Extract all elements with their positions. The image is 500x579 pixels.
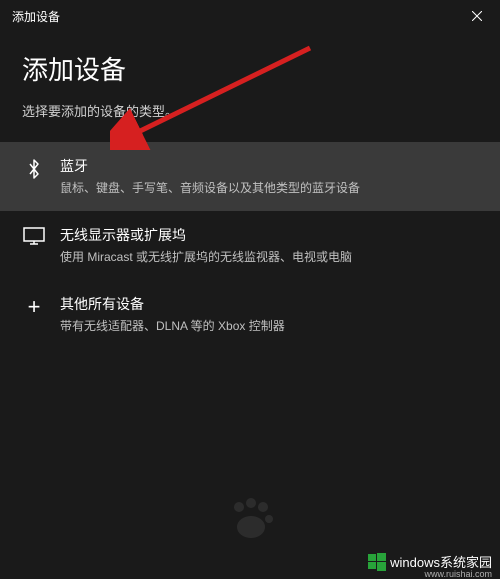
close-icon xyxy=(472,11,482,21)
display-icon xyxy=(22,227,46,245)
watermark-url: www.ruishai.com xyxy=(424,569,492,579)
window-title: 添加设备 xyxy=(12,8,60,25)
option-bluetooth[interactable]: 蓝牙 鼠标、键盘、手写笔、音频设备以及其他类型的蓝牙设备 xyxy=(0,142,500,211)
page-subtitle: 选择要添加的设备的类型。 xyxy=(22,101,478,120)
option-other-devices[interactable]: + 其他所有设备 带有无线适配器、DLNA 等的 Xbox 控制器 xyxy=(0,280,500,349)
page-title: 添加设备 xyxy=(22,50,478,87)
option-text: 无线显示器或扩展坞 使用 Miracast 或无线扩展坞的无线监视器、电视或电脑 xyxy=(60,225,478,266)
options-list: 蓝牙 鼠标、键盘、手写笔、音频设备以及其他类型的蓝牙设备 无线显示器或扩展坞 使… xyxy=(0,142,500,348)
option-title: 蓝牙 xyxy=(60,156,478,176)
option-text: 其他所有设备 带有无线适配器、DLNA 等的 Xbox 控制器 xyxy=(60,294,478,335)
option-title: 其他所有设备 xyxy=(60,294,478,314)
paw-watermark xyxy=(225,495,275,541)
titlebar: 添加设备 xyxy=(0,0,500,32)
content-area: 添加设备 选择要添加的设备的类型。 蓝牙 鼠标、键盘、手写笔、音频设备以及其他类… xyxy=(0,32,500,348)
option-desc: 鼠标、键盘、手写笔、音频设备以及其他类型的蓝牙设备 xyxy=(60,180,478,197)
option-wireless-display[interactable]: 无线显示器或扩展坞 使用 Miracast 或无线扩展坞的无线监视器、电视或电脑 xyxy=(0,211,500,280)
option-title: 无线显示器或扩展坞 xyxy=(60,225,478,245)
bluetooth-icon xyxy=(22,158,46,180)
option-text: 蓝牙 鼠标、键盘、手写笔、音频设备以及其他类型的蓝牙设备 xyxy=(60,156,478,197)
close-button[interactable] xyxy=(454,0,500,32)
plus-icon: + xyxy=(22,296,46,318)
option-desc: 使用 Miracast 或无线扩展坞的无线监视器、电视或电脑 xyxy=(60,249,478,266)
windows-logo-icon xyxy=(368,553,386,571)
watermark: windows系统家园 www.ruishai.com xyxy=(368,552,492,571)
option-desc: 带有无线适配器、DLNA 等的 Xbox 控制器 xyxy=(60,318,478,335)
